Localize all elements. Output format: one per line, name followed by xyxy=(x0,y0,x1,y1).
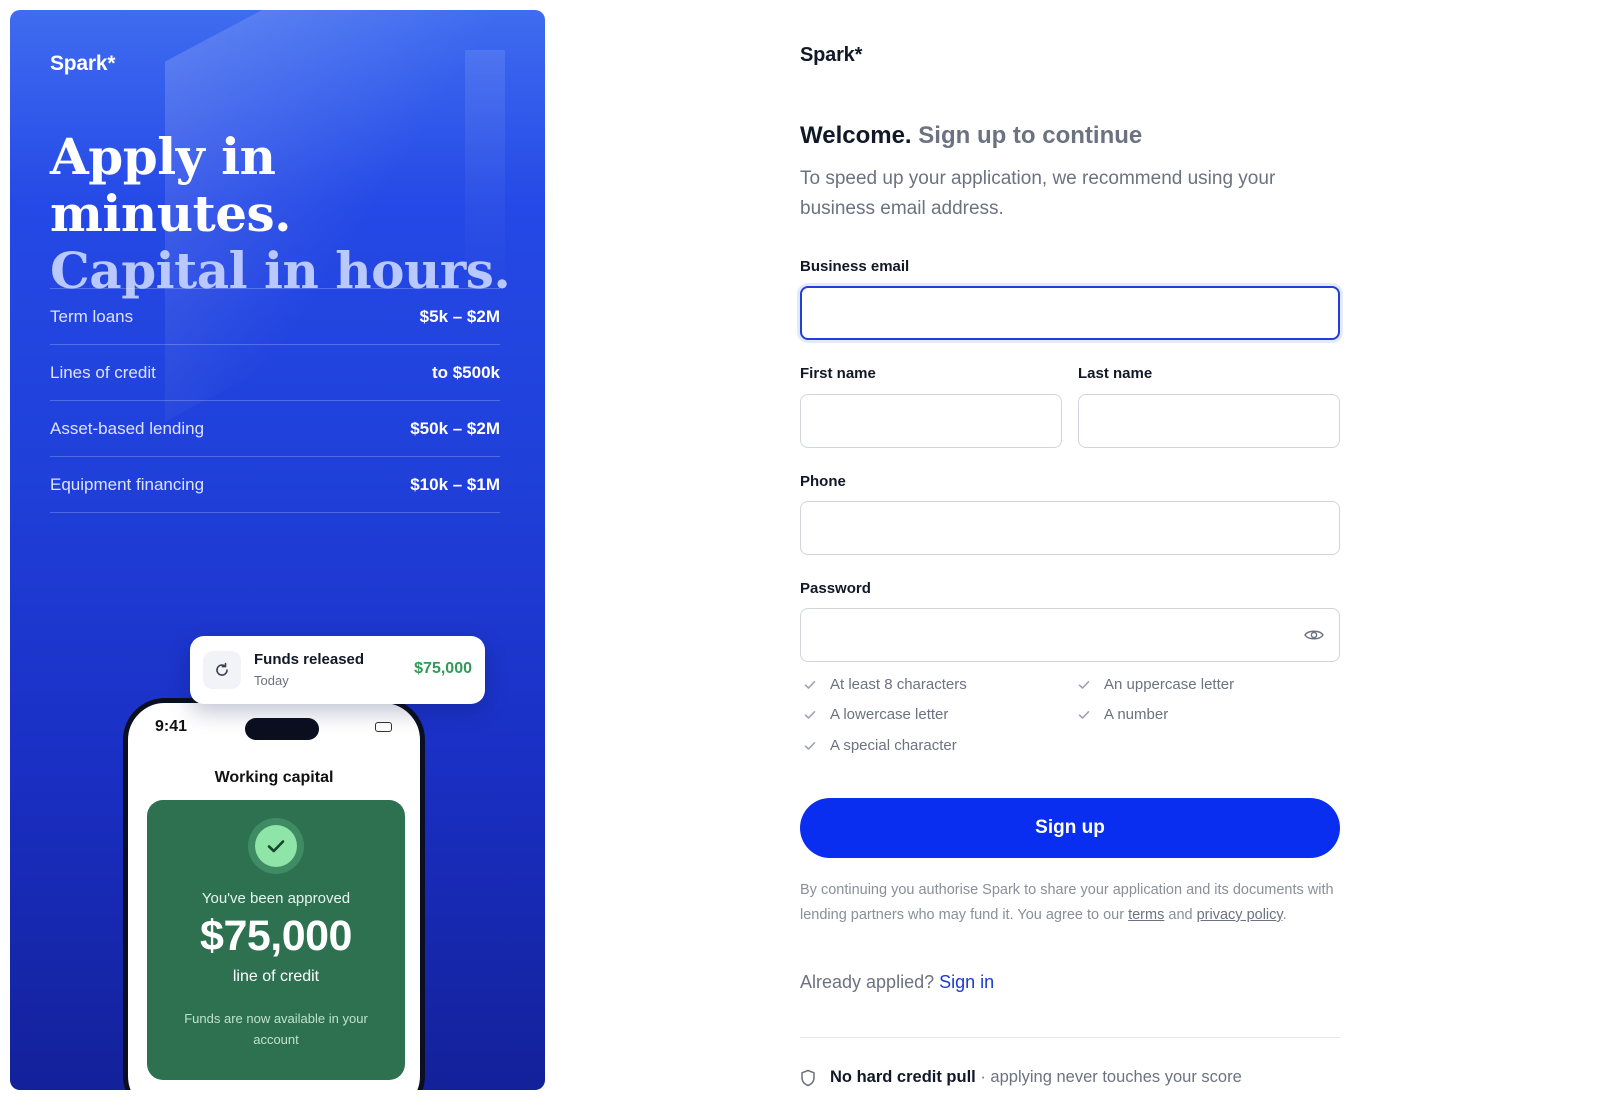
intro-text: To speed up your application, we recomme… xyxy=(800,168,1276,219)
last-name-input[interactable] xyxy=(1078,394,1340,448)
hero-panel: Spark* Apply in minutes. Capital in hour… xyxy=(10,10,545,1090)
loan-name: Equipment financing xyxy=(50,474,205,494)
requirement-item: A lowercase letter xyxy=(804,706,948,723)
checkmark-icon xyxy=(267,840,285,853)
check-icon xyxy=(804,741,816,750)
no-hard-credit-pull-note: No hard credit pull · applying never tou… xyxy=(800,1068,1242,1087)
funds-released-toast: Funds released Today $75,000 xyxy=(190,636,485,704)
check-icon xyxy=(1078,710,1090,719)
phone-input[interactable] xyxy=(800,501,1340,555)
password-label: Password xyxy=(800,580,871,597)
loan-range: to $500k xyxy=(431,362,500,382)
loan-range: $5k – $2M xyxy=(419,306,500,326)
check-icon xyxy=(804,710,816,719)
hero-logo: Spark* xyxy=(50,52,116,75)
loan-name: Lines of credit xyxy=(50,362,156,382)
toast-title: Funds released xyxy=(254,651,365,668)
loan-products-list: Term loans $5k – $2M Lines of credit to … xyxy=(50,288,500,513)
requirement-label: An uppercase letter xyxy=(1104,676,1235,693)
refresh-icon xyxy=(216,662,228,676)
loan-row-term-loans: Term loans $5k – $2M xyxy=(50,289,500,345)
first-name-label: First name xyxy=(800,365,876,382)
privacy-policy-link[interactable]: privacy policy xyxy=(1197,907,1283,923)
requirement-label: A special character xyxy=(830,737,957,754)
no-hard-credit-pull-bold: No hard credit pull xyxy=(830,1068,976,1086)
requirement-item: An uppercase letter xyxy=(1078,676,1234,693)
sign-in-link[interactable]: Sign in xyxy=(939,972,994,992)
show-password-toggle[interactable] xyxy=(1302,626,1326,644)
approval-note: Funds are now available in your account xyxy=(184,1011,368,1047)
terms-link[interactable]: terms xyxy=(1128,907,1164,923)
loan-row-equipment-financing: Equipment financing $10k – $1M xyxy=(50,457,500,513)
check-icon xyxy=(1078,680,1090,689)
welcome-heading: Welcome. xyxy=(800,122,912,149)
shield-icon xyxy=(801,1069,815,1086)
signup-form-panel: Spark* Welcome. Sign up to continue To s… xyxy=(800,0,1340,1100)
check-icon xyxy=(804,680,816,689)
legal-and: and xyxy=(1168,907,1193,923)
legal-period: . xyxy=(1282,907,1287,923)
approval-amount: $75,000 xyxy=(200,912,352,960)
already-applied-text: Already applied? xyxy=(800,972,935,992)
phone-status-time: 9:41 xyxy=(155,718,188,735)
divider xyxy=(800,1037,1340,1038)
toast-date: Today xyxy=(254,673,289,688)
business-email-label: Business email xyxy=(800,258,910,275)
approval-card: You've been approved $75,000 line of cre… xyxy=(147,800,405,1080)
loan-name: Term loans xyxy=(50,306,134,326)
legal-notice: By continuing you authorise Spark to sha… xyxy=(800,878,1340,928)
requirement-item: A special character xyxy=(804,737,957,754)
loan-range: $50k – $2M xyxy=(410,418,500,438)
battery-icon xyxy=(375,722,392,732)
brand-logo: Spark* xyxy=(800,44,863,66)
eye-icon xyxy=(1304,630,1324,640)
business-email-input[interactable] xyxy=(800,286,1340,340)
requirement-label: A lowercase letter xyxy=(830,706,949,723)
first-name-input[interactable] xyxy=(800,394,1062,448)
loan-range: $10k – $1M xyxy=(410,474,500,494)
hero-headline-line1: Apply in minutes. xyxy=(50,127,292,243)
hero-headline: Apply in minutes. Capital in hours. xyxy=(50,128,520,299)
requirement-item: At least 8 characters xyxy=(804,676,967,693)
welcome-subheading: Sign up to continue xyxy=(918,122,1143,149)
approval-message: You've been approved xyxy=(201,890,351,907)
last-name-label: Last name xyxy=(1078,365,1153,382)
phone-notch xyxy=(245,718,319,740)
approval-product: line of credit xyxy=(232,968,320,985)
requirement-item: A number xyxy=(1078,706,1168,723)
toast-icon-wrap xyxy=(203,651,241,689)
phone-mockup: 9:41 Working capital You've been approve… xyxy=(123,698,425,1090)
loan-row-asset-based-lending: Asset-based lending $50k – $2M xyxy=(50,401,500,457)
phone-label: Phone xyxy=(800,473,846,490)
sign-up-button[interactable]: Sign up xyxy=(800,798,1340,858)
password-input[interactable] xyxy=(800,608,1340,662)
loan-name: Asset-based lending xyxy=(50,418,205,438)
requirement-label: A number xyxy=(1104,706,1169,723)
already-applied-row: Already applied? Sign in xyxy=(800,972,994,993)
no-hard-credit-pull-detail: · applying never touches your score xyxy=(975,1068,1242,1086)
approval-check-badge xyxy=(248,818,304,874)
toast-amount: $75,000 xyxy=(414,660,472,677)
phone-screen-title: Working capital xyxy=(214,769,334,786)
page-title: Welcome. Sign up to continue xyxy=(800,122,1142,150)
loan-row-lines-of-credit: Lines of credit to $500k xyxy=(50,345,500,401)
requirement-label: At least 8 characters xyxy=(830,676,967,693)
